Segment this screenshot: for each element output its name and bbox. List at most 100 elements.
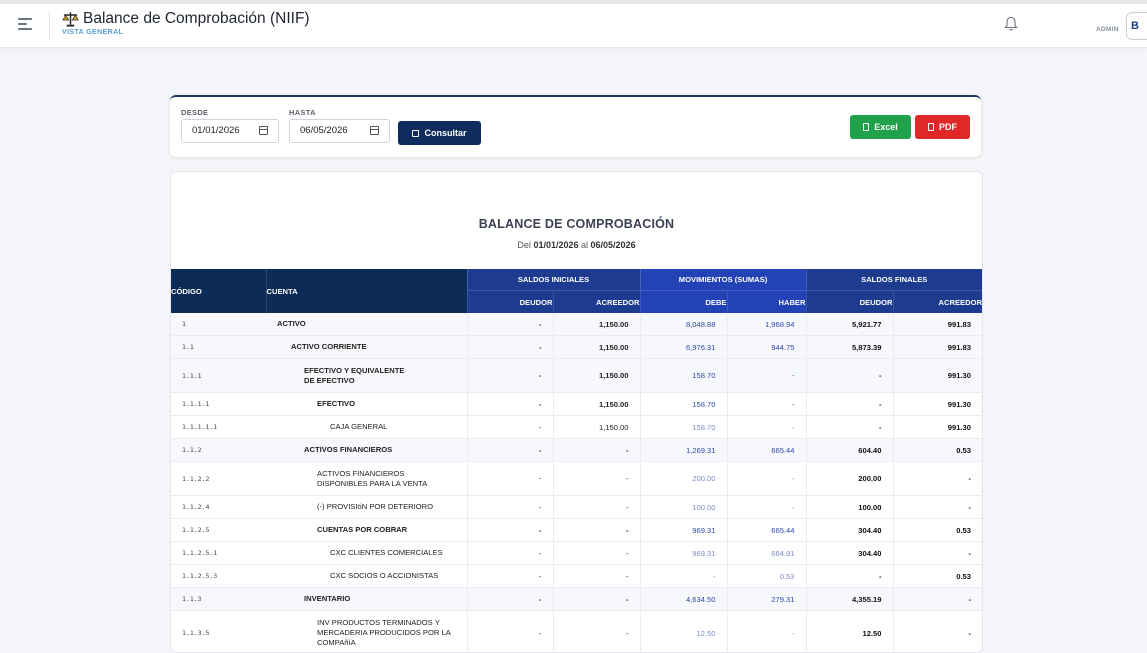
row-si-acreedor: - xyxy=(553,462,640,496)
avatar[interactable]: B xyxy=(1126,12,1147,40)
row-account: ACTIVOS FINANCIEROS xyxy=(266,439,467,462)
row-haber: - xyxy=(727,393,806,416)
report-title: BALANCE DE COMPROBACIÓN xyxy=(171,217,982,231)
row-haber: 665.44 xyxy=(727,439,806,462)
consultar-button[interactable]: Consultar xyxy=(398,121,481,145)
row-sf-acreedor: - xyxy=(893,542,982,565)
table-row[interactable]: 1.1.2.5.1CXC CLIENTES COMERCIALES--969.3… xyxy=(171,542,982,565)
row-haber: - xyxy=(727,462,806,496)
row-code: 1.1.2.5.3 xyxy=(171,565,266,588)
table-row[interactable]: 1.1.2.5.3CXC SOCIOS O ACCIONISTAS---0.53… xyxy=(171,565,982,588)
calendar-icon[interactable] xyxy=(370,126,379,135)
row-sf-acreedor: 0.53 xyxy=(893,439,982,462)
table-row[interactable]: 1.1.3INVENTARIO--4,634.50279.314,355.19- xyxy=(171,588,982,611)
row-sf-acreedor: 991.30 xyxy=(893,416,982,439)
row-haber: - xyxy=(727,359,806,393)
row-sf-deudor: 304.40 xyxy=(806,542,893,565)
row-code: 1.1.1 xyxy=(171,359,266,393)
row-code: 1.1.2.4 xyxy=(171,496,266,519)
row-sf-acreedor: - xyxy=(893,496,982,519)
row-si-deudor: - xyxy=(467,588,553,611)
row-si-acreedor: 1,150.00 xyxy=(553,313,640,336)
col-debe: DEBE xyxy=(640,291,727,314)
col-sf-acreedor: ACREEDOR xyxy=(893,291,982,314)
row-haber: 944.75 xyxy=(727,336,806,359)
row-sf-acreedor: 0.53 xyxy=(893,565,982,588)
row-si-deudor: - xyxy=(467,336,553,359)
hasta-date-input[interactable]: 06/05/2026 xyxy=(289,119,390,143)
scales-icon xyxy=(62,10,79,28)
page-subtitle: VISTA GENERAL xyxy=(62,29,123,36)
report-panel: BALANCE DE COMPROBACIÓN Del 01/01/2026 a… xyxy=(170,171,983,653)
row-sf-deudor: - xyxy=(806,359,893,393)
row-account: CUENTAS POR COBRAR xyxy=(266,519,467,542)
table-row[interactable]: 1.1.2ACTIVOS FINANCIEROS--1,269.31665.44… xyxy=(171,439,982,462)
row-si-acreedor: 1,150.00 xyxy=(553,393,640,416)
row-haber: 0.53 xyxy=(727,565,806,588)
row-si-acreedor: - xyxy=(553,519,640,542)
row-si-acreedor: - xyxy=(553,588,640,611)
row-debe: 100.00 xyxy=(640,496,727,519)
row-si-deudor: - xyxy=(467,611,553,653)
row-haber: 665.44 xyxy=(727,519,806,542)
col-si-acreedor: ACREEDOR xyxy=(553,291,640,314)
row-sf-deudor: 4,355.19 xyxy=(806,588,893,611)
row-account: CXC CLIENTES COMERCIALES xyxy=(266,542,467,565)
page-title: Balance de Comprobación (NIIF) xyxy=(83,10,310,28)
col-saldos-finales: SALDOS FINALES xyxy=(806,269,982,291)
row-si-deudor: - xyxy=(467,439,553,462)
pdf-button-label: PDF xyxy=(939,122,957,132)
table-row[interactable]: 1.1.2.2ACTIVOS FINANCIEROS DISPONIBLES P… xyxy=(171,462,982,496)
row-haber: 279.31 xyxy=(727,588,806,611)
pdf-export-button[interactable]: PDF xyxy=(915,115,970,139)
range-prefix: Del xyxy=(517,240,531,250)
row-account: (-) PROVISIóN POR DETERIORO xyxy=(266,496,467,519)
row-sf-acreedor: 991.30 xyxy=(893,393,982,416)
row-sf-deudor: 12.50 xyxy=(806,611,893,653)
table-row[interactable]: 1.1.1.1EFECTIVO-1,150.00158.70--991.30 xyxy=(171,393,982,416)
range-to: 06/05/2026 xyxy=(591,240,636,250)
row-account: CAJA GENERAL xyxy=(266,416,467,439)
row-sf-acreedor: 0.53 xyxy=(893,519,982,542)
row-account: ACTIVO xyxy=(266,313,467,336)
menu-icon[interactable] xyxy=(18,18,32,30)
consultar-button-label: Consultar xyxy=(424,128,466,138)
excel-export-button[interactable]: Excel xyxy=(850,115,911,139)
row-haber: - xyxy=(727,416,806,439)
row-sf-deudor: 604.40 xyxy=(806,439,893,462)
table-row[interactable]: 1.1.3.5INV PRODUCTOS TERMINADOS Y MERCAD… xyxy=(171,611,982,653)
col-haber: HABER xyxy=(727,291,806,314)
row-debe: 12.50 xyxy=(640,611,727,653)
row-code: 1.1.1.1 xyxy=(171,393,266,416)
row-code: 1.1.2 xyxy=(171,439,266,462)
row-si-deudor: - xyxy=(467,416,553,439)
col-codigo: CÓDIGO xyxy=(171,269,266,313)
table-row[interactable]: 1.1.1.1.1CAJA GENERAL-1,150.00158.70--99… xyxy=(171,416,982,439)
row-haber: 664.91 xyxy=(727,542,806,565)
row-sf-deudor: 304.40 xyxy=(806,519,893,542)
row-sf-acreedor: 991.30 xyxy=(893,359,982,393)
row-si-deudor: - xyxy=(467,462,553,496)
calendar-icon[interactable] xyxy=(259,126,268,135)
row-debe: 969.31 xyxy=(640,542,727,565)
table-row[interactable]: 1.1.2.5CUENTAS POR COBRAR--969.31665.443… xyxy=(171,519,982,542)
row-sf-deudor: - xyxy=(806,393,893,416)
desde-date-input[interactable]: 01/01/2026 xyxy=(181,119,279,143)
row-sf-acreedor: - xyxy=(893,462,982,496)
table-row[interactable]: 1.1.1EFECTIVO Y EQUIVALENTE DE EFECTIVO-… xyxy=(171,359,982,393)
table-row[interactable]: 1.1.2.4(-) PROVISIóN POR DETERIORO--100.… xyxy=(171,496,982,519)
excel-file-icon xyxy=(863,123,869,131)
table-row[interactable]: 1.1ACTIVO CORRIENTE-1,150.006,976.31944.… xyxy=(171,336,982,359)
balance-table: CÓDIGO CUENTA SALDOS INICIALES MOVIMIENT… xyxy=(171,269,982,653)
row-sf-acreedor: 991.83 xyxy=(893,336,982,359)
col-cuenta: CUENTA xyxy=(266,269,467,313)
row-code: 1.1.2.5 xyxy=(171,519,266,542)
bell-icon[interactable] xyxy=(1004,16,1018,32)
row-debe: 158.70 xyxy=(640,393,727,416)
row-code: 1 xyxy=(171,313,266,336)
table-row[interactable]: 1ACTIVO-1,150.008,048.881,968.945,921.77… xyxy=(171,313,982,336)
range-from: 01/01/2026 xyxy=(533,240,578,250)
row-account: CXC SOCIOS O ACCIONISTAS xyxy=(266,565,467,588)
balance-table-body: 1ACTIVO-1,150.008,048.881,968.945,921.77… xyxy=(171,313,982,653)
row-si-deudor: - xyxy=(467,496,553,519)
